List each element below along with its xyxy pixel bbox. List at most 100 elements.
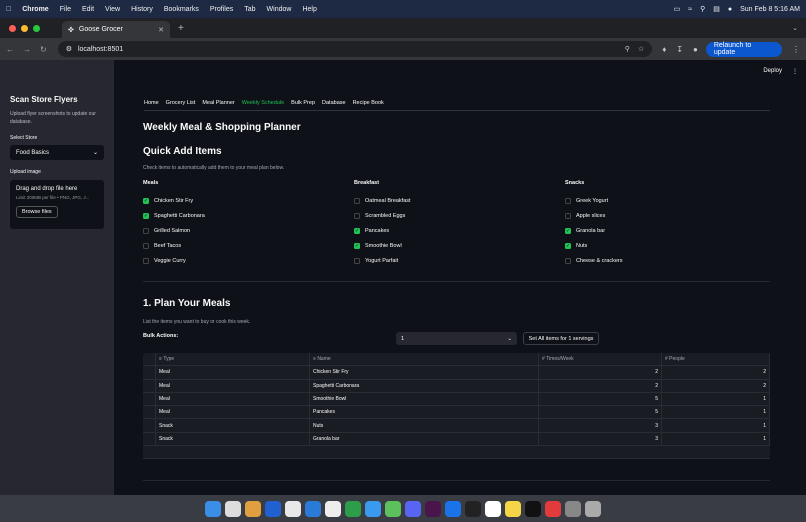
- row-index-cell[interactable]: [143, 432, 156, 446]
- new-tab-icon[interactable]: +: [178, 23, 184, 34]
- tab-recipe-book[interactable]: Recipe Book: [353, 100, 384, 106]
- column-header-times-week[interactable]: # Times/Week: [539, 353, 662, 366]
- checkbox-checked-icon[interactable]: ✓: [354, 227, 360, 234]
- forward-icon[interactable]: →: [23, 45, 31, 54]
- table-cell[interactable]: Pancakes: [310, 406, 539, 419]
- menu-help[interactable]: Help: [302, 6, 316, 13]
- terminal-icon[interactable]: [465, 500, 481, 517]
- messages-icon[interactable]: [385, 500, 401, 517]
- table-cell[interactable]: 3: [539, 432, 662, 446]
- chrome-menu-icon[interactable]: ⋮: [792, 45, 800, 54]
- zoom-window-icon[interactable]: [33, 24, 40, 32]
- table-cell[interactable]: 1: [662, 392, 770, 406]
- extensions-icon[interactable]: ♦: [662, 45, 666, 54]
- menu-tab[interactable]: Tab: [244, 6, 255, 13]
- menu-bookmarks[interactable]: Bookmarks: [164, 6, 199, 13]
- table-cell[interactable]: 3: [539, 419, 662, 432]
- close-tab-icon[interactable]: ✕: [158, 26, 164, 34]
- table-cell[interactable]: Meal: [156, 366, 310, 379]
- checkbox-item[interactable]: Yogurt Parfait: [354, 253, 411, 268]
- checkbox-item[interactable]: Apple slices: [565, 208, 622, 223]
- store-select[interactable]: Food Basics ⌄: [10, 145, 104, 160]
- checkbox-item[interactable]: ✓ Spaghetti Carbonara: [143, 208, 205, 223]
- checkbox-unchecked-icon[interactable]: [354, 212, 360, 219]
- table-row[interactable]: Meal Chicken Stir Fry 2 2: [143, 366, 770, 380]
- add-row[interactable]: [143, 446, 770, 460]
- meal-plan-table[interactable]: ≡ Type ≡ Name # Times/Week # People Meal…: [143, 353, 770, 460]
- table-cell[interactable]: Snack: [156, 432, 310, 446]
- table-cell[interactable]: Meal: [156, 379, 310, 392]
- site-info-icon[interactable]: ⚙: [66, 45, 72, 53]
- checkbox-unchecked-icon[interactable]: [565, 197, 571, 204]
- checkbox-unchecked-icon[interactable]: [565, 212, 571, 219]
- checkbox-checked-icon[interactable]: ✓: [565, 227, 571, 234]
- apple-tv-icon[interactable]: [525, 500, 541, 517]
- table-cell[interactable]: Meal: [156, 392, 310, 406]
- tab-meal-planner[interactable]: Meal Planner: [202, 100, 234, 106]
- checkbox-checked-icon[interactable]: ✓: [565, 242, 571, 249]
- checkbox-unchecked-icon[interactable]: [143, 257, 149, 264]
- menu-window[interactable]: Window: [267, 6, 292, 13]
- slack-icon[interactable]: [425, 500, 441, 517]
- tab-database[interactable]: Database: [322, 100, 346, 106]
- checkbox-item[interactable]: Cheese & crackers: [565, 253, 622, 268]
- table-cell[interactable]: 5: [539, 406, 662, 419]
- checkbox-unchecked-icon[interactable]: [565, 257, 571, 264]
- table-cell[interactable]: 1: [662, 406, 770, 419]
- table-row[interactable]: Meal Spaghetti Carbonara 2 2: [143, 379, 770, 393]
- music-icon[interactable]: [545, 500, 561, 517]
- table-cell[interactable]: Chicken Stir Fry: [310, 366, 539, 379]
- table-cell[interactable]: Smoothie Bowl: [310, 392, 539, 406]
- row-index-cell[interactable]: [143, 419, 156, 432]
- excel-icon[interactable]: [345, 500, 361, 517]
- tab-bulk-prep[interactable]: Bulk Prep: [291, 100, 315, 106]
- profile-icon[interactable]: ●: [728, 6, 732, 13]
- url-field[interactable]: ⚙ localhost:8501 ⚲ ☆: [57, 41, 653, 57]
- browser-tab[interactable]: ✜ Goose Grocer ✕: [62, 21, 170, 38]
- menu-history[interactable]: History: [131, 6, 153, 13]
- finder-icon[interactable]: [205, 500, 221, 517]
- launchpad-icon[interactable]: [225, 500, 241, 517]
- search-icon[interactable]: ⚲: [700, 5, 705, 13]
- table-row[interactable]: Meal Smoothie Bowl 5 1: [143, 392, 770, 407]
- tab-home[interactable]: Home: [144, 100, 159, 106]
- notes-icon[interactable]: [505, 500, 521, 517]
- menu-edit[interactable]: Edit: [82, 6, 94, 13]
- file-dropzone[interactable]: Drag and drop file here Limit 200MB per …: [10, 180, 104, 229]
- checkbox-checked-icon[interactable]: ✓: [354, 242, 360, 249]
- table-cell[interactable]: 2: [662, 379, 770, 392]
- clock[interactable]: Sun Feb 8 5:16 AM: [740, 6, 800, 13]
- checkbox-item[interactable]: ✓ Chicken Stir Fry: [143, 193, 205, 208]
- checkbox-item[interactable]: Grilled Salmon: [143, 223, 205, 238]
- checkbox-unchecked-icon[interactable]: [354, 197, 360, 204]
- menu-chrome[interactable]: Chrome: [22, 6, 48, 13]
- set-all-servings-button[interactable]: Set All items for 1 servings: [523, 332, 599, 345]
- trash-icon[interactable]: [585, 500, 601, 517]
- apple-icon[interactable]: : [6, 6, 11, 13]
- row-index-cell[interactable]: [143, 392, 156, 406]
- checkbox-item[interactable]: Oatmeal Breakfast: [354, 193, 411, 208]
- battery-icon[interactable]: ▭: [674, 5, 681, 13]
- servings-select[interactable]: 1 ⌄: [396, 332, 517, 345]
- checkbox-item[interactable]: Greek Yogurt: [565, 193, 622, 208]
- more-menu-icon[interactable]: ⋮: [792, 68, 798, 75]
- bookmark-star-icon[interactable]: ☆: [638, 45, 644, 53]
- table-cell[interactable]: Snack: [156, 419, 310, 432]
- row-index-cell[interactable]: [143, 406, 156, 419]
- table-cell[interactable]: 5: [539, 392, 662, 406]
- checkbox-item[interactable]: ✓ Nuts: [565, 238, 622, 253]
- calendar-icon[interactable]: [485, 500, 501, 517]
- table-cell[interactable]: 2: [539, 366, 662, 379]
- chrome-icon[interactable]: [325, 500, 341, 517]
- discord-icon[interactable]: [405, 500, 421, 517]
- deploy-button[interactable]: Deploy: [763, 68, 782, 75]
- checkbox-item[interactable]: ✓ Granola bar: [565, 223, 622, 238]
- table-cell[interactable]: 2: [539, 379, 662, 392]
- browse-files-button[interactable]: Browse files: [16, 206, 58, 218]
- reload-icon[interactable]: ↻: [40, 45, 47, 54]
- column-header-type[interactable]: ≡ Type: [156, 353, 310, 366]
- checkbox-unchecked-icon[interactable]: [143, 242, 149, 249]
- download-icon[interactable]: ↧: [676, 45, 683, 54]
- table-row[interactable]: Snack Granola bar 3 1: [143, 432, 770, 447]
- checkbox-checked-icon[interactable]: ✓: [143, 197, 149, 204]
